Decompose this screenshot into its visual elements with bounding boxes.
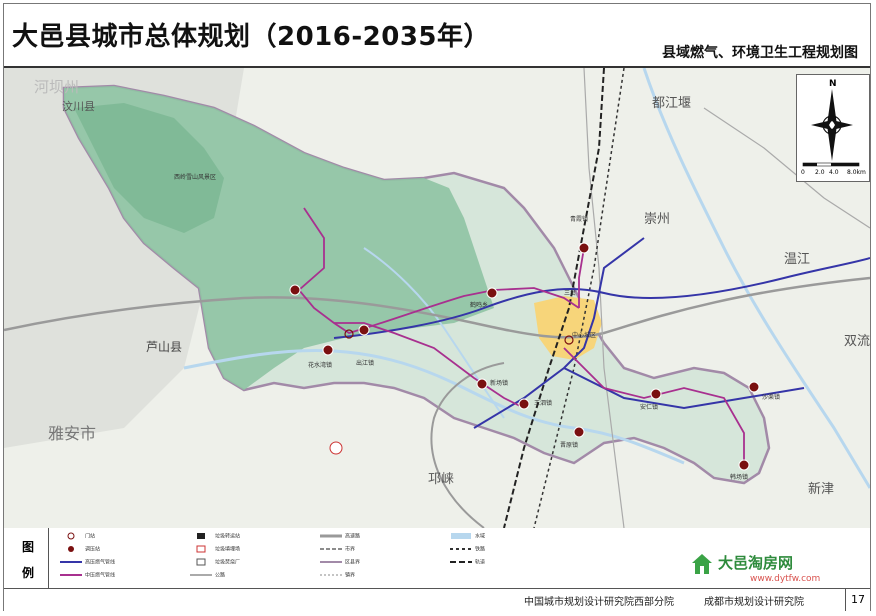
legend-title-2: 例 — [22, 566, 35, 580]
label-chongzhou: 崇州 — [644, 212, 671, 227]
incinerator-icon — [190, 558, 212, 566]
house-logo-icon — [692, 554, 712, 574]
expressway-icon — [320, 532, 342, 540]
transfer-station-icon — [190, 532, 212, 540]
legend-item: 调压站 — [60, 545, 100, 555]
legend-item: 高速路 — [320, 532, 360, 542]
station-f — [476, 378, 488, 390]
footer-right-org: 成都市规划设计研究院 — [704, 597, 804, 608]
label-sanda: 三岔 — [564, 290, 577, 297]
label-wangsi: 王泗镇 — [534, 400, 553, 407]
north-compass: N 0 2.0 4.0 8.0km — [796, 74, 870, 182]
legend-item: 垃圾填埋场 — [190, 545, 240, 555]
map-canvas[interactable]: 河坝州 汶川县 都江堰 崇州 温江 双流 芦山县 雅安市 邛崃 新津 西岭雪山风… — [4, 68, 870, 529]
station-h — [573, 426, 585, 438]
scale-label-4: 4.0 — [829, 169, 839, 176]
town-boundary-icon — [320, 571, 342, 579]
footer: 中国城市规划设计研究院西部分院 成都市规划设计研究院 17 — [4, 589, 870, 611]
label-wenjiang: 温江 — [784, 252, 811, 267]
legend-item: 中压燃气管线 — [60, 571, 115, 581]
label-jinxing: 晋原镇 — [560, 442, 579, 449]
legend-item: 市界 — [320, 545, 355, 555]
landfill-marker — [329, 441, 343, 455]
station-a — [289, 284, 301, 296]
legend-item: 铁路 — [450, 545, 485, 555]
svg-text:N: N — [829, 79, 837, 89]
label-wenchuan: 汶川县 — [62, 100, 95, 113]
legend-item: 公路 — [190, 571, 225, 581]
label-huashui: 花水湾镇 — [308, 362, 333, 369]
watermark-site: 大邑淘房网 — [718, 554, 794, 572]
legend-item: 水域 — [450, 532, 485, 542]
highway-icon — [190, 571, 212, 579]
legend-title-1: 图 — [22, 540, 35, 554]
label-qingxia: 青霞镇 — [570, 216, 589, 223]
label-qionglai: 邛崃 — [428, 472, 455, 487]
rail-transit-icon — [450, 558, 472, 566]
footer-left-org: 中国城市规划设计研究院西部分院 — [524, 597, 674, 608]
legend-item: 区县界 — [320, 558, 360, 568]
title-bar: 大邑县城市总体规划（2016-2035年） 县域燃气、环境卫生工程规划图 — [4, 4, 870, 68]
scale-label-0: 0 — [801, 169, 805, 176]
label-lushan: 芦山县 — [146, 340, 183, 354]
medium-pressure-pipe-icon — [60, 571, 82, 579]
label-wenchuan-region: 河坝州 — [34, 78, 80, 96]
station-d — [486, 287, 498, 299]
label-chengxi: 中心城区 — [572, 332, 597, 339]
legend-item: 轨道 — [450, 558, 485, 568]
station-e — [578, 242, 590, 254]
legend-title: 图 例 — [8, 528, 49, 588]
label-shaqu: 沙渠镇 — [762, 394, 781, 401]
label-shuangliu: 双流 — [844, 334, 870, 349]
legend-item: 垃圾转运站 — [190, 532, 240, 542]
county-boundary-icon — [320, 558, 342, 566]
label-xiaqu: 出江镇 — [356, 360, 375, 367]
label-anren: 安仁镇 — [640, 404, 659, 411]
scale-label-8: 8.0km — [847, 169, 866, 176]
high-pressure-pipe-icon — [60, 558, 82, 566]
station-g — [518, 398, 530, 410]
water-icon — [450, 532, 472, 540]
station-j — [738, 459, 750, 471]
watermark: 大邑淘房网 www.dytfw.com — [690, 552, 850, 594]
railway-icon — [450, 545, 472, 553]
station-i — [650, 388, 662, 400]
station-k — [748, 381, 760, 393]
compass-rose-icon: N — [802, 79, 860, 167]
legend-item: 门站 — [60, 532, 95, 542]
legend-item: 垃圾焚烧厂 — [190, 558, 240, 568]
label-xiling: 西岭雪山风景区 — [174, 174, 217, 181]
legend-item: 高压燃气管线 — [60, 558, 115, 568]
legend-grid: 门站 调压站 高压燃气管线 中压燃气管线 垃圾转运站 垃圾填埋场 垃圾焚烧厂 公… — [60, 532, 580, 586]
scale-label-2: 2.0 — [815, 169, 825, 176]
gate-station-icon — [60, 532, 82, 540]
label-yaan: 雅安市 — [48, 424, 97, 443]
pressure-station-icon — [60, 545, 82, 553]
station-b — [322, 344, 334, 356]
landfill-icon — [190, 545, 212, 553]
legend-item: 镇界 — [320, 571, 355, 581]
map-title: 大邑县城市总体规划（2016-2035年） — [12, 22, 491, 52]
label-xinjin: 新津 — [808, 482, 835, 497]
label-yuanxing: 新场镇 — [490, 380, 509, 387]
label-hetun: 鹤鸣乡 — [470, 302, 489, 309]
label-dujiangyan: 都江堰 — [652, 96, 692, 111]
page-number: 17 — [845, 589, 870, 611]
label-hanchang: 韩场镇 — [730, 474, 749, 481]
city-boundary-icon — [320, 545, 342, 553]
watermark-url: www.dytfw.com — [750, 574, 821, 584]
map-svg — [4, 68, 870, 528]
map-subtitle: 县域燃气、环境卫生工程规划图 — [662, 45, 858, 61]
station-c — [358, 324, 370, 336]
